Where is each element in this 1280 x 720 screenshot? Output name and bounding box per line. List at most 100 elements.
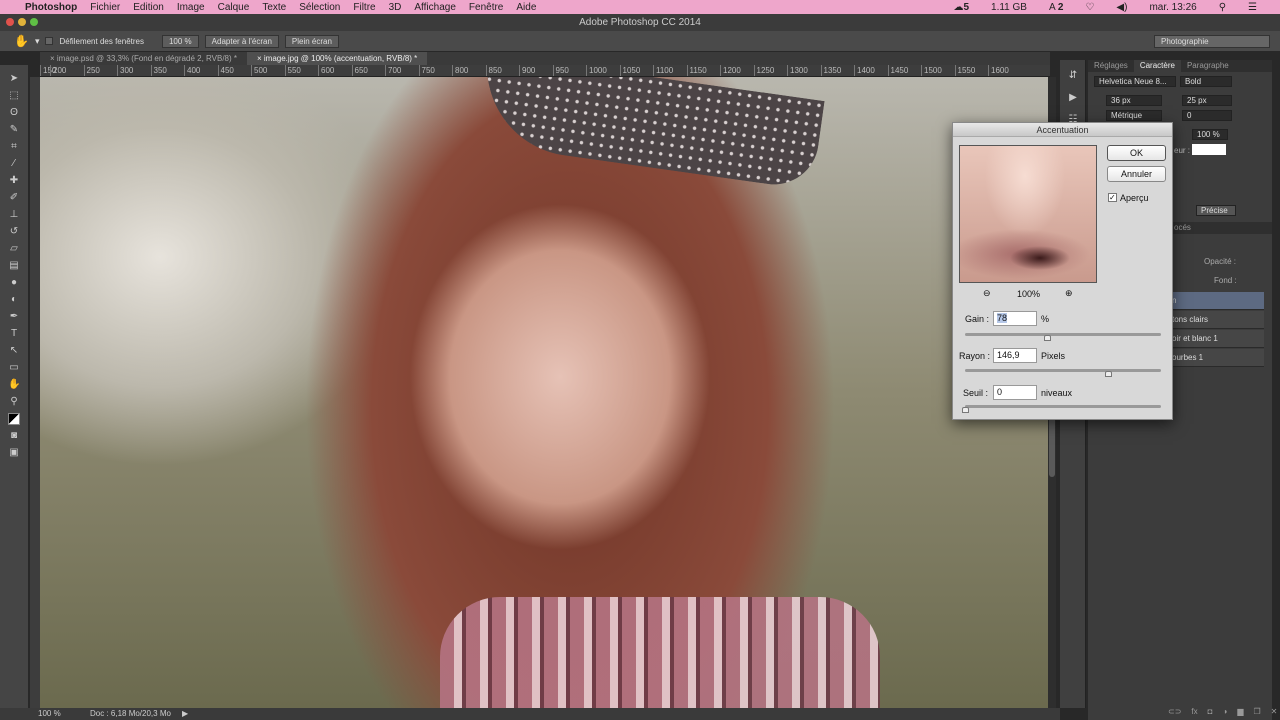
fit-screen-button[interactable]: Adapter à l'écran [204,34,279,48]
add-mask-icon[interactable]: ◘ [1208,707,1213,716]
radius-slider-thumb[interactable] [1105,371,1113,377]
new-group-icon[interactable]: ▆ [1237,707,1243,716]
menu-selection[interactable]: Sélection [299,2,340,13]
zoom-100-button[interactable]: 100 % [161,34,199,48]
stamp-tool-icon[interactable]: ⊥ [8,209,20,221]
tab-image-jpg[interactable]: × image.jpg @ 100% (accentuation, RVB/8)… [246,52,428,65]
history-brush-tool-icon[interactable]: ↺ [8,226,20,238]
hand-tool-icon[interactable]: ✋ [14,34,29,48]
tab-paragraphe[interactable]: Paragraphe [1181,60,1235,72]
menu-fenetre[interactable]: Fenêtre [469,2,503,13]
adobe-icon[interactable]: A 2 [1049,2,1063,13]
quick-mask-icon[interactable]: ◙ [8,430,20,442]
screen-mode-icon[interactable]: ▣ [8,447,20,459]
adjustment-layer-icon[interactable]: ◑ [1222,707,1227,716]
text-color-swatch[interactable] [1192,144,1226,155]
scroll-all-checkbox[interactable] [45,37,54,45]
menu-affichage[interactable]: Affichage [414,2,456,13]
zoom-out-icon[interactable]: ⊖ [983,288,991,299]
leading-field[interactable]: 25 px [1182,95,1232,106]
radius-slider[interactable] [965,369,1161,372]
gradient-tool-icon[interactable]: ▤ [8,260,20,272]
type-tool-icon[interactable]: T [8,328,20,340]
link-layers-icon[interactable]: ⊂⊃ [1168,707,1181,716]
zoom-level[interactable]: 100 % [38,708,61,720]
menu-image[interactable]: Image [177,2,205,13]
eraser-tool-icon[interactable]: ▱ [8,243,20,255]
menu-filtre[interactable]: Filtre [353,2,375,13]
shape-tool-icon[interactable]: ▭ [8,362,20,374]
radius-input[interactable]: 146,9 [993,348,1037,363]
antialias-select[interactable]: Précise [1196,205,1236,216]
dodge-tool-icon[interactable]: ◐ [8,294,20,306]
move-tool-icon[interactable]: ➤ [8,73,20,85]
document-canvas[interactable] [40,77,1048,708]
filter-preview[interactable] [959,145,1097,283]
fill-screen-button[interactable]: Plein écran [284,34,339,48]
marquee-tool-icon[interactable]: ⬚ [8,90,20,102]
close-window-button[interactable] [6,18,14,26]
creative-cloud-icon[interactable]: ☁5 [953,2,969,13]
brush-tool-icon[interactable]: ✐ [8,192,20,204]
actions-play-icon[interactable]: ▶ [1067,92,1079,104]
tab-image-psd[interactable]: × image.psd @ 33,3% (Fond en dégradé 2, … [40,52,247,65]
pen-tool-icon[interactable]: ✒ [8,311,20,323]
kerning-select[interactable]: Métrique [1106,110,1162,121]
ok-button[interactable]: OK [1107,145,1166,161]
color-swatches-icon[interactable] [8,413,20,425]
font-family-select[interactable]: Helvetica Neue 8... [1094,76,1176,87]
horizontal-scale-field[interactable]: 100 % [1192,129,1228,140]
eyedropper-tool-icon[interactable]: ⁄ [8,158,20,170]
volume-icon[interactable]: ◀) [1116,2,1127,13]
preview-label: Aperçu [1120,193,1149,203]
lasso-tool-icon[interactable]: ʘ [8,107,20,119]
gain-slider-thumb[interactable] [1044,335,1052,341]
new-layer-icon[interactable]: ❐ [1253,707,1260,716]
preview-checkbox[interactable]: ✓ [1108,193,1117,202]
gain-slider[interactable] [965,333,1161,336]
layer-accentuation[interactable]: n [1168,292,1264,310]
delete-layer-icon[interactable]: ✕ [1271,707,1278,716]
menu-aide[interactable]: Aide [516,2,536,13]
ruler-tick: 600 [318,65,352,76]
status-menu-arrow-icon[interactable]: ▶ [182,708,188,720]
font-size-field[interactable]: 36 px [1106,95,1162,106]
menu-fichier[interactable]: Fichier [90,2,120,13]
threshold-slider[interactable] [965,405,1161,408]
menu-3d[interactable]: 3D [389,2,402,13]
threshold-slider-thumb[interactable] [962,407,969,413]
blur-tool-icon[interactable]: ● [8,277,20,289]
menu-edition[interactable]: Edition [133,2,164,13]
path-select-tool-icon[interactable]: ↖ [8,345,20,357]
tool-preset-chevron-icon[interactable]: ▾ [35,36,40,47]
tracking-field[interactable]: 0 [1182,110,1232,121]
layer-noir-blanc[interactable]: oir et blanc 1 [1168,330,1264,348]
wifi-icon[interactable]: ♡ [1085,2,1094,13]
notification-center-icon[interactable]: ☰ [1248,2,1257,13]
layer-tons-clairs[interactable]: tons clairs [1168,311,1264,329]
quick-select-tool-icon[interactable]: ✎ [8,124,20,136]
healing-tool-icon[interactable]: ✚ [8,175,20,187]
gain-input[interactable]: 78 [993,311,1037,326]
menu-texte[interactable]: Texte [262,2,286,13]
hand-tool-icon[interactable]: ✋ [8,379,20,391]
vertical-ruler [30,77,40,708]
tab-reglages[interactable]: Réglages [1088,60,1134,72]
zoom-in-icon[interactable]: ⊕ [1065,288,1073,299]
layer-courbes[interactable]: ourbes 1 [1168,349,1264,367]
crop-tool-icon[interactable]: ⌗ [8,141,20,153]
menu-photoshop[interactable]: Photoshop [25,2,77,13]
fx-icon[interactable]: fx [1191,707,1197,716]
cancel-button[interactable]: Annuler [1107,166,1166,182]
history-panel-icon[interactable]: ⇵ [1067,70,1079,82]
font-style-select[interactable]: Bold [1180,76,1232,87]
clock[interactable]: mar. 13:26 [1149,2,1196,13]
minimize-window-button[interactable] [18,18,26,26]
menu-calque[interactable]: Calque [218,2,250,13]
zoom-tool-icon[interactable]: ⚲ [8,396,20,408]
spotlight-icon[interactable]: ⚲ [1219,2,1226,13]
tab-caractere[interactable]: Caractère [1133,60,1181,72]
workspace-select[interactable]: Photographie [1154,34,1270,48]
zoom-window-button[interactable] [30,18,38,26]
threshold-input[interactable]: 0 [993,385,1037,400]
